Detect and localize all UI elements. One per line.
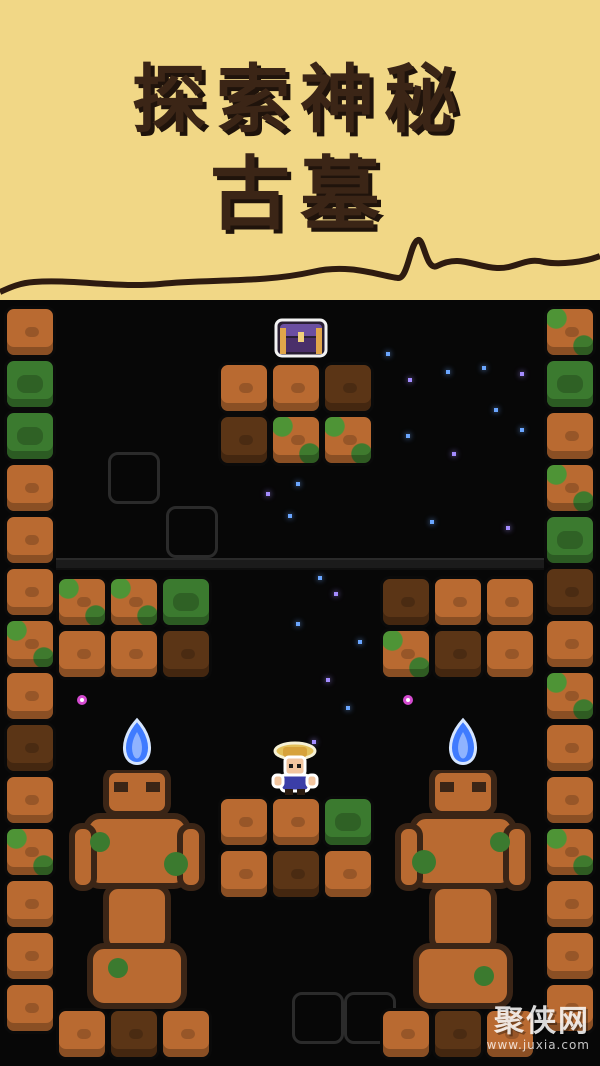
wall-tile <box>544 826 596 878</box>
treasure-chest-icon <box>274 318 328 358</box>
ground-tile <box>218 414 270 466</box>
sparkle-particle <box>520 372 524 376</box>
guardian-statue-icon <box>395 770 531 1009</box>
sparkle-particle <box>358 640 362 644</box>
sparkle-particle <box>406 434 410 438</box>
platform-tile <box>270 848 322 900</box>
sparkle-particle <box>520 428 524 432</box>
wall-tile <box>544 774 596 826</box>
ground-tile <box>322 362 374 414</box>
sparkle-particle <box>506 526 510 530</box>
flower-icon <box>403 695 413 705</box>
platform-tile <box>322 848 374 900</box>
wall-tile <box>4 826 56 878</box>
wall-tile <box>544 566 596 618</box>
guardian-statue-icon <box>69 770 205 1009</box>
wall-tile <box>4 410 56 462</box>
wall-tile <box>4 358 56 410</box>
platform-tile <box>380 628 432 680</box>
sparkle-particle <box>452 452 456 456</box>
wall-tile <box>4 618 56 670</box>
wall-tile <box>4 306 56 358</box>
background-outline <box>292 992 344 1044</box>
sparkle-particle <box>408 378 412 382</box>
sparkle-particle <box>494 408 498 412</box>
sparkle-particle <box>296 622 300 626</box>
wall-tile <box>544 878 596 930</box>
platform-tile <box>380 576 432 628</box>
sparkle-particle <box>446 370 450 374</box>
watermark-main-text: 聚侠网 <box>494 1004 590 1039</box>
wall-tile <box>4 670 56 722</box>
background-outline <box>108 452 160 504</box>
wall-tile <box>544 618 596 670</box>
platform-tile <box>432 628 484 680</box>
wall-tile <box>4 982 56 1034</box>
wall-tile <box>4 722 56 774</box>
sparkle-particle <box>296 482 300 486</box>
wall-tile <box>544 670 596 722</box>
ground-tile <box>322 414 374 466</box>
sparkle-particle <box>482 366 486 370</box>
sparkle-particle <box>326 678 330 682</box>
platform-tile <box>484 628 536 680</box>
wall-tile <box>4 878 56 930</box>
platform-tile <box>108 576 160 628</box>
platform-tile <box>56 576 108 628</box>
background-outline <box>166 506 218 558</box>
sparkle-particle <box>430 520 434 524</box>
wall-tile <box>544 722 596 774</box>
wall-tile <box>4 774 56 826</box>
wall-tile <box>544 514 596 566</box>
flower-icon <box>77 695 87 705</box>
platform-tile <box>218 796 270 848</box>
top-banner: 探索神秘 古墓 <box>0 0 600 300</box>
platform-tile <box>160 628 212 680</box>
wall-tile <box>4 566 56 618</box>
wall-tile <box>544 306 596 358</box>
banner-title-line2: 古墓 <box>210 148 390 241</box>
sparkle-particle <box>386 352 390 356</box>
platform-tile <box>56 628 108 680</box>
platform-tile <box>160 576 212 628</box>
sparkle-particle <box>318 576 322 580</box>
wall-tile <box>544 358 596 410</box>
ground-tile <box>218 362 270 414</box>
wall-tile <box>544 410 596 462</box>
wall-tile <box>4 462 56 514</box>
wall-tile <box>544 462 596 514</box>
explorer-player-icon <box>271 741 319 795</box>
wall-tile <box>4 514 56 566</box>
watermark: 聚侠网 www.juxia.com <box>450 996 590 1056</box>
wall-tile <box>544 930 596 982</box>
ground-tile <box>270 362 322 414</box>
platform-tile <box>218 848 270 900</box>
sparkle-particle <box>266 492 270 496</box>
sparkle-particle <box>334 592 338 596</box>
sparkle-particle <box>288 514 292 518</box>
sparkle-particle <box>346 706 350 710</box>
screenshot: 探索神秘 古墓 聚侠网 www.juxia.com <box>0 0 600 1066</box>
platform-tile <box>432 576 484 628</box>
watermark-url: www.juxia.com <box>486 1038 590 1052</box>
wall-tile <box>4 930 56 982</box>
platform-tile <box>484 576 536 628</box>
platform-tile <box>322 796 374 848</box>
ground-tile <box>270 414 322 466</box>
wooden-beam <box>56 558 544 570</box>
platform-tile <box>270 796 322 848</box>
platform-tile <box>108 628 160 680</box>
game-scene <box>0 300 600 1066</box>
